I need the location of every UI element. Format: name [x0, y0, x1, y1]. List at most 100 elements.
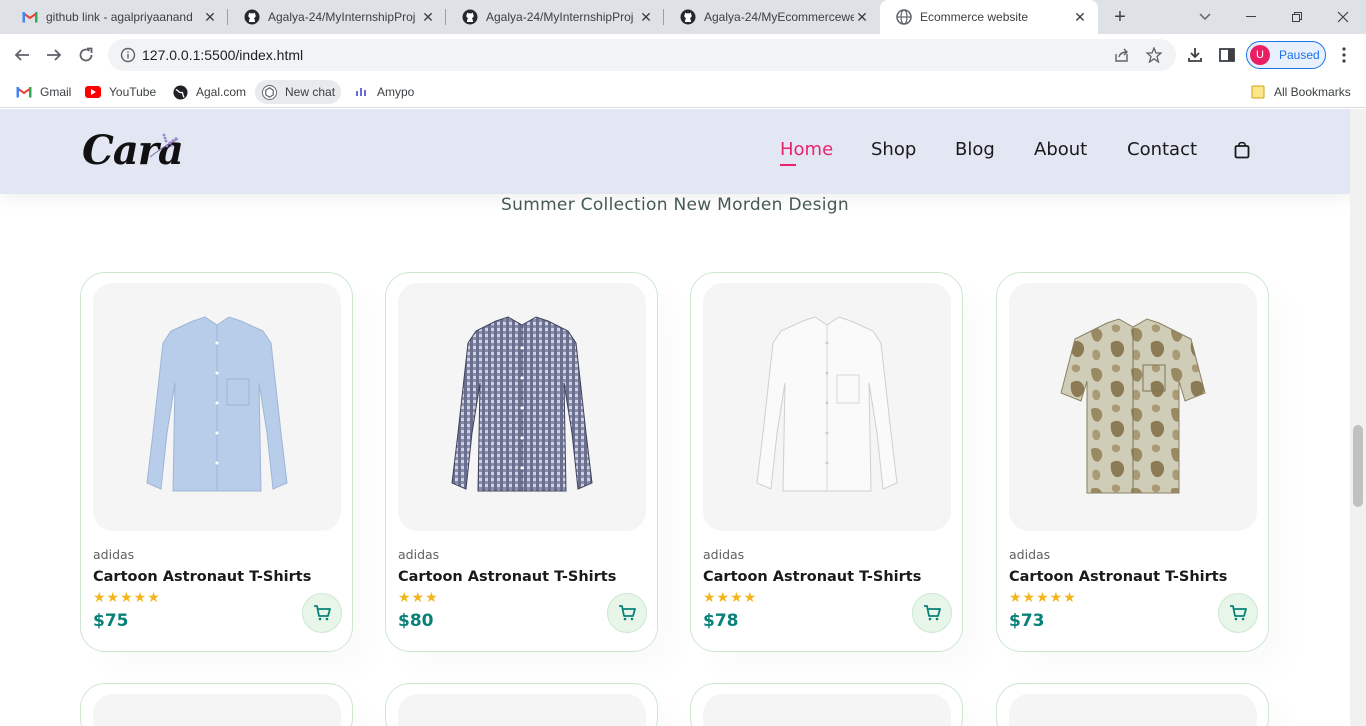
product-card-partial[interactable]	[385, 683, 658, 726]
product-rating-stars: ★★★★★	[1009, 589, 1077, 605]
profile-status: Paused	[1279, 48, 1320, 62]
tab-github-2[interactable]: Agalya-24/MyInternshipProj ✕	[446, 0, 664, 34]
more-menu-icon[interactable]	[1336, 46, 1352, 64]
close-icon[interactable]: ✕	[420, 9, 436, 26]
bookmark-gmail[interactable]: Gmail	[10, 80, 77, 104]
new-tab-button[interactable]: +	[1108, 5, 1132, 29]
product-name[interactable]: Cartoon Astronaut T-Shirts	[93, 569, 311, 585]
close-window-button[interactable]	[1320, 0, 1366, 34]
product-card-partial[interactable]	[80, 683, 353, 726]
nav-about[interactable]: About	[1034, 139, 1087, 160]
close-icon[interactable]: ✕	[1072, 9, 1088, 26]
add-to-cart-button[interactable]	[302, 593, 342, 633]
product-image[interactable]	[398, 283, 646, 531]
share-icon[interactable]	[1114, 47, 1130, 63]
product-rating-stars: ★★★	[398, 589, 439, 605]
bookmark-label: New chat	[285, 85, 336, 99]
product-brand: adidas	[703, 547, 745, 562]
forward-icon[interactable]	[42, 43, 66, 67]
product-card-partial[interactable]	[690, 683, 963, 726]
globe-icon	[172, 84, 188, 100]
product-card[interactable]: adidas Cartoon Astronaut T-Shirts ★★★★ $…	[690, 272, 963, 652]
product-rating-stars: ★★★★★	[93, 589, 161, 605]
address-bar[interactable]: 127.0.0.1:5500/index.html	[108, 39, 1176, 71]
add-to-cart-button[interactable]	[1218, 593, 1258, 633]
bookmark-label: Amypo	[377, 85, 415, 99]
product-price: $73	[1009, 611, 1045, 631]
product-image[interactable]	[398, 694, 646, 726]
product-price: $75	[93, 611, 129, 631]
minimize-button[interactable]	[1228, 0, 1274, 34]
github-icon	[680, 9, 696, 25]
light-blue-shirt-image	[146, 316, 288, 492]
product-card-partial[interactable]	[996, 683, 1269, 726]
product-price: $78	[703, 611, 739, 631]
product-price: $80	[398, 611, 434, 631]
tab-github-3[interactable]: Agalya-24/MyEcommercewe ✕	[664, 0, 880, 34]
add-to-cart-button[interactable]	[912, 593, 952, 633]
close-icon[interactable]: ✕	[202, 9, 218, 26]
product-image[interactable]	[703, 694, 951, 726]
bookmark-star-icon[interactable]	[1145, 46, 1163, 64]
nav-shop[interactable]: Shop	[871, 139, 916, 160]
cart-icon	[314, 605, 331, 621]
white-shirt-image	[756, 316, 898, 492]
product-name[interactable]: Cartoon Astronaut T-Shirts	[1009, 569, 1227, 585]
product-rating-stars: ★★★★	[703, 589, 758, 605]
product-image[interactable]	[93, 283, 341, 531]
site-header: Cara Home Shop Blog About Contact	[0, 109, 1350, 194]
nav-contact[interactable]: Contact	[1127, 139, 1197, 160]
bookmark-youtube[interactable]: YouTube	[79, 80, 162, 104]
url-text: 127.0.0.1:5500/index.html	[142, 47, 304, 63]
patterned-short-sleeve-shirt-image	[1060, 318, 1206, 494]
bookmark-new-chat[interactable]: New chat	[255, 80, 342, 104]
tab-gmail[interactable]: github link - agalpriyaanand ✕	[6, 0, 228, 34]
bookmark-label: Gmail	[40, 85, 72, 99]
product-brand: adidas	[1009, 547, 1051, 562]
tab-title: Ecommerce website	[920, 10, 1029, 24]
tab-search-icon[interactable]	[1182, 0, 1228, 34]
tab-github-1[interactable]: Agalya-24/MyInternshipProj ✕	[228, 0, 446, 34]
all-bookmarks-label: All Bookmarks	[1274, 85, 1351, 99]
product-card[interactable]: adidas Cartoon Astronaut T-Shirts ★★★ $8…	[385, 272, 658, 652]
product-card[interactable]: adidas Cartoon Astronaut T-Shirts ★★★★★ …	[996, 272, 1269, 652]
close-icon[interactable]: ✕	[854, 9, 870, 26]
bookmark-label: Agal.com	[196, 85, 247, 99]
site-info-icon[interactable]	[120, 47, 136, 63]
product-image[interactable]	[93, 694, 341, 726]
profile-button[interactable]: U Paused	[1246, 41, 1326, 69]
page-scrollbar[interactable]	[1350, 109, 1366, 726]
reload-icon[interactable]	[74, 43, 98, 67]
shopping-bag-icon[interactable]	[1234, 141, 1250, 159]
bookmark-label: YouTube	[109, 85, 157, 99]
restore-button[interactable]	[1274, 0, 1320, 34]
product-image[interactable]	[1009, 283, 1257, 531]
product-brand: adidas	[398, 547, 440, 562]
product-image[interactable]	[703, 283, 951, 531]
tab-strip: github link - agalpriyaanand ✕ Agalya-24…	[0, 0, 1366, 34]
nav-blog[interactable]: Blog	[955, 139, 995, 160]
product-image[interactable]	[1009, 694, 1257, 726]
add-to-cart-button[interactable]	[607, 593, 647, 633]
product-brand: adidas	[93, 547, 135, 562]
tab-title: Agalya-24/MyInternshipProj	[486, 10, 634, 24]
bookmark-amypo[interactable]: Amypo	[347, 80, 420, 104]
scrollbar-thumb[interactable]	[1353, 425, 1363, 507]
side-panel-icon[interactable]	[1218, 46, 1236, 64]
bookmark-agal[interactable]: Agal.com	[166, 80, 252, 104]
product-name[interactable]: Cartoon Astronaut T-Shirts	[398, 569, 616, 585]
product-card[interactable]: adidas Cartoon Astronaut T-Shirts ★★★★★ …	[80, 272, 353, 652]
browser-toolbar: 127.0.0.1:5500/index.html U Paused	[0, 34, 1366, 76]
product-name[interactable]: Cartoon Astronaut T-Shirts	[703, 569, 921, 585]
all-bookmarks[interactable]: All Bookmarks	[1244, 80, 1357, 104]
back-icon[interactable]	[10, 43, 34, 67]
download-icon[interactable]	[1186, 46, 1204, 64]
close-icon[interactable]: ✕	[638, 9, 654, 26]
tab-ecommerce-active[interactable]: Ecommerce website ✕	[880, 0, 1098, 34]
avatar: U	[1250, 45, 1270, 65]
cart-icon	[1230, 605, 1247, 621]
section-subtitle: Summer Collection New Morden Design	[501, 195, 849, 215]
gmail-icon	[22, 9, 38, 25]
nav-home[interactable]: Home	[780, 139, 833, 166]
cart-icon	[924, 605, 941, 621]
